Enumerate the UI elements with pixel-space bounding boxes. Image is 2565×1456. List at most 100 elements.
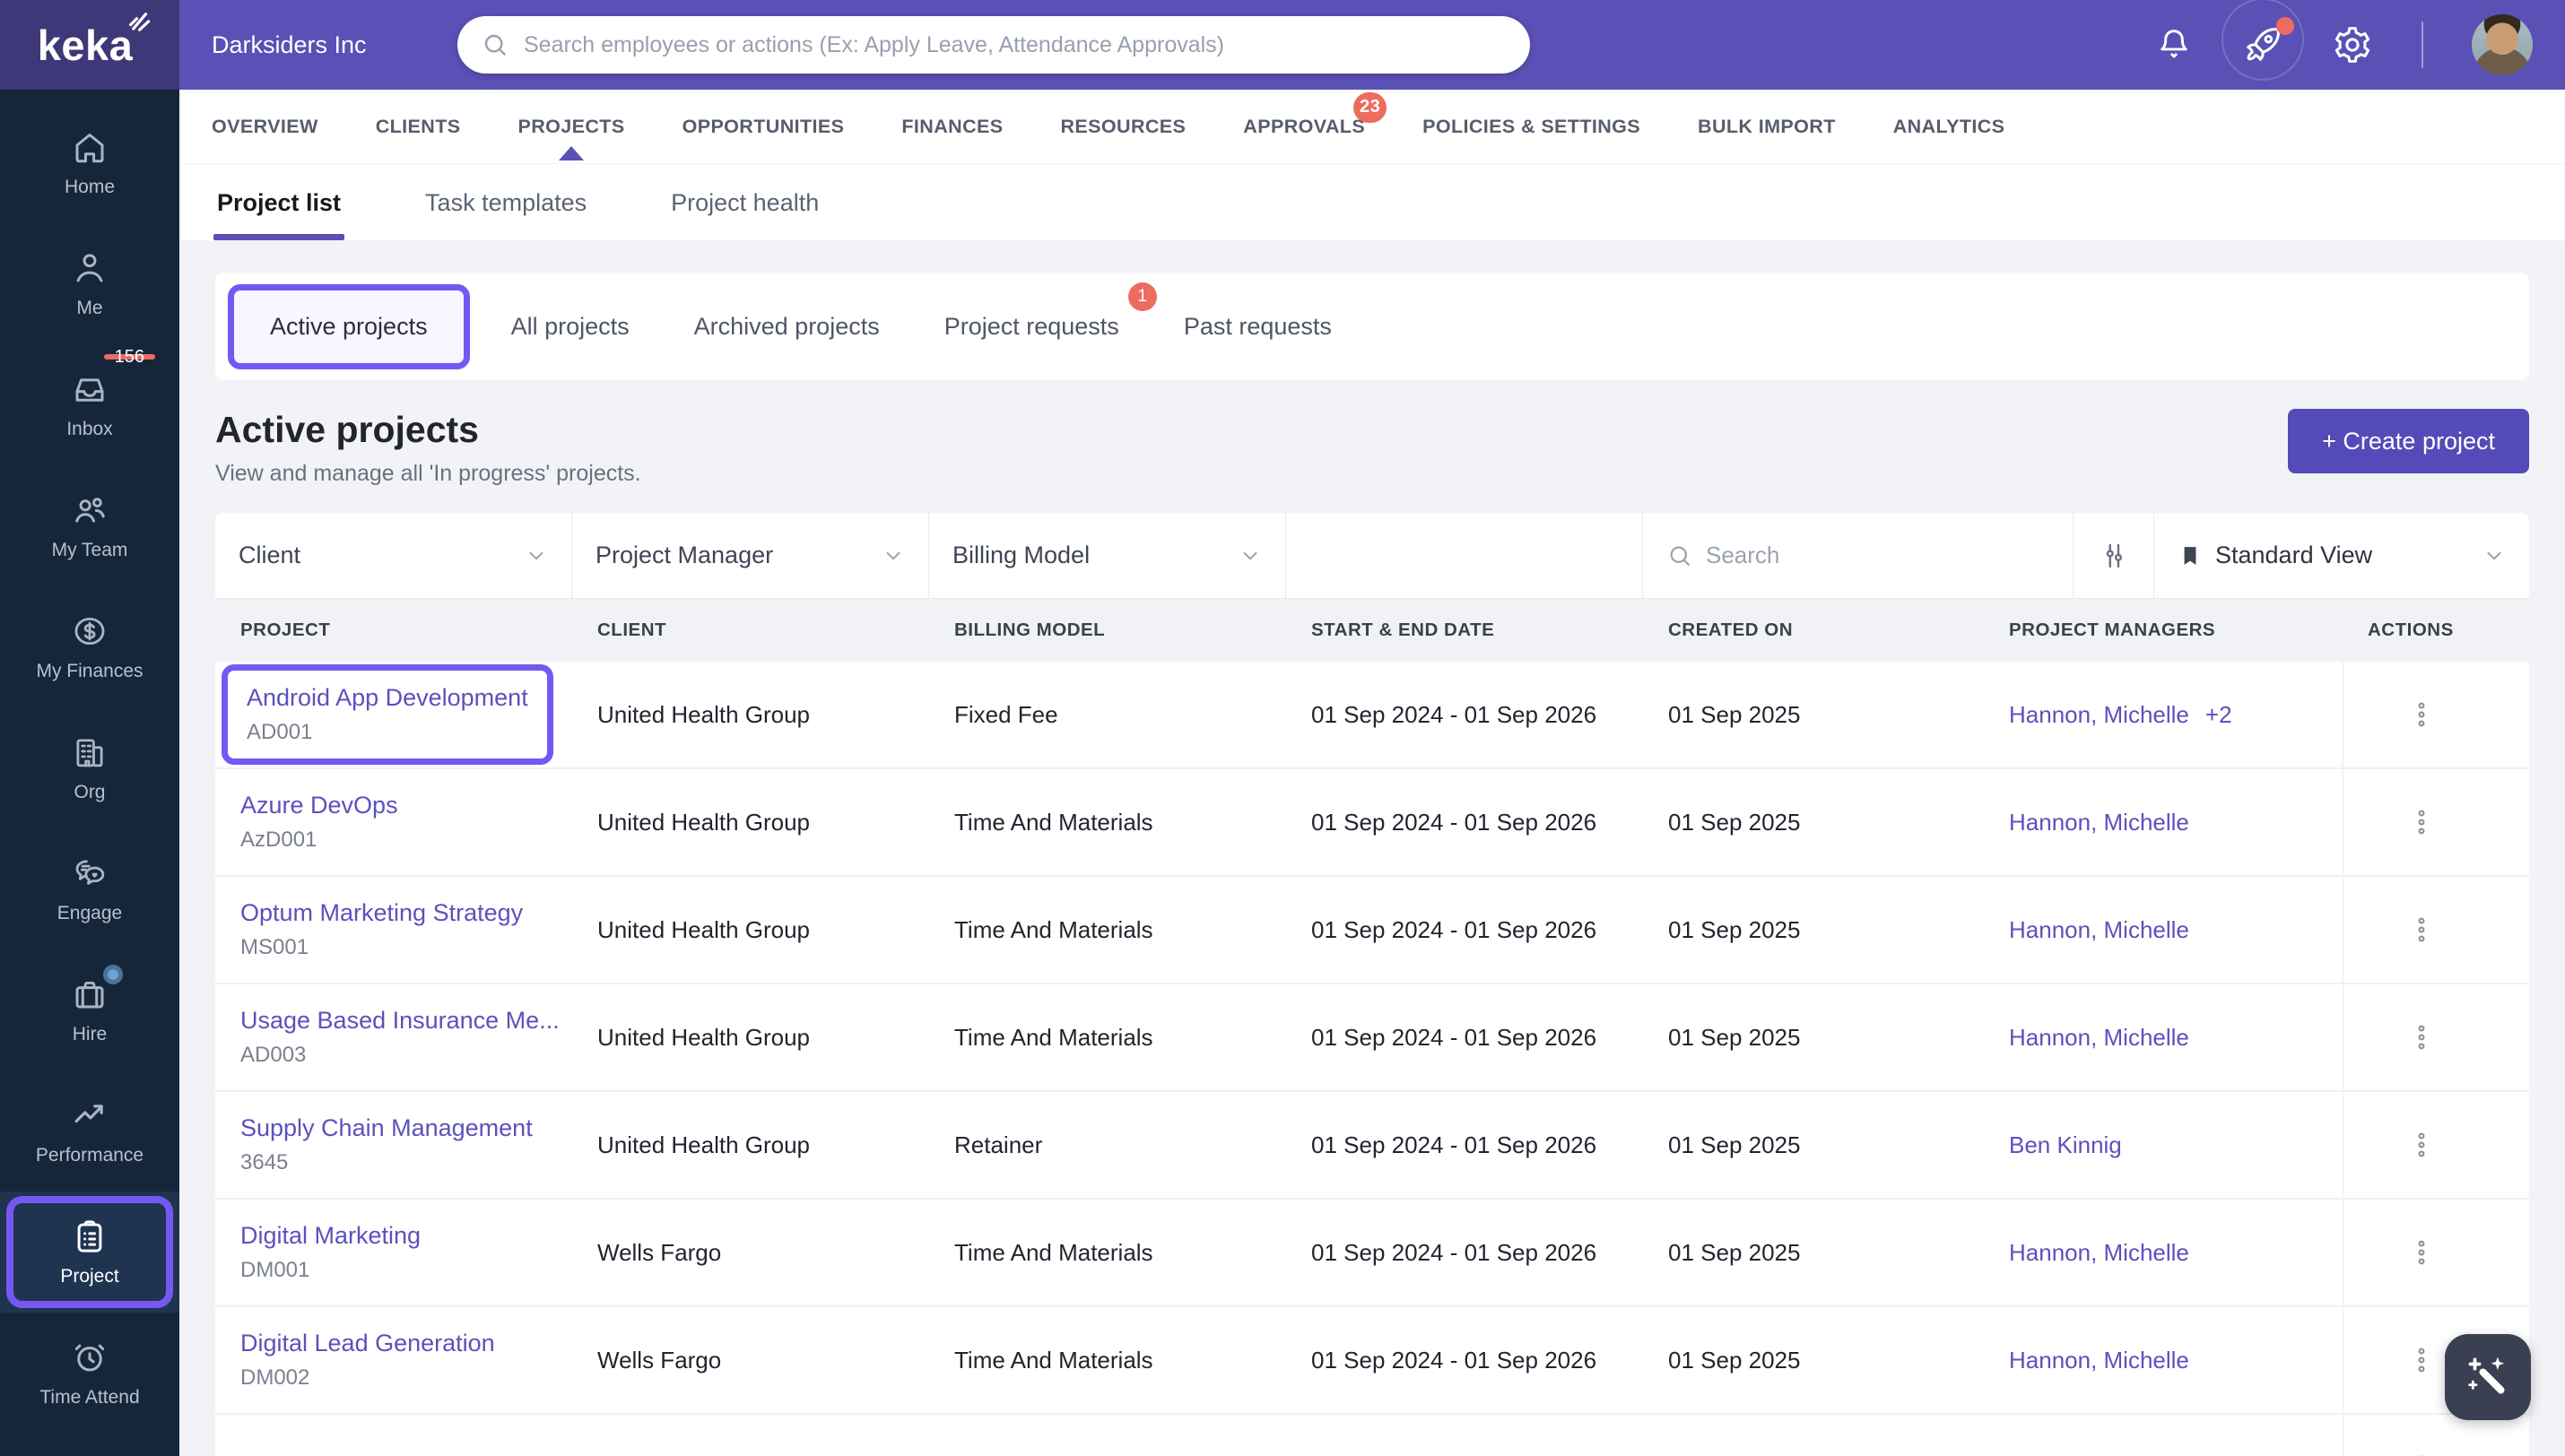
filter-tab-active-projects[interactable]: Active projects (228, 283, 470, 369)
project-link[interactable]: Digital Lead Generation (240, 1330, 495, 1357)
nav-tab-clients[interactable]: CLIENTS (376, 116, 461, 138)
client-cell: United Health Group (597, 808, 811, 836)
subtab-project-list[interactable]: Project list (213, 189, 345, 240)
person-icon (71, 249, 109, 287)
nav-tab-label: OVERVIEW (212, 115, 318, 137)
manager-link[interactable]: Hannon, Michelle (2009, 1239, 2189, 1267)
project-link[interactable]: Supply Chain Management (240, 1114, 533, 1142)
bell-icon[interactable] (2154, 25, 2194, 65)
keka-logo-block[interactable]: keka (0, 0, 179, 90)
table-search[interactable] (1643, 513, 2074, 598)
nav-tab-bulk-import[interactable]: BULK IMPORT (1698, 116, 1836, 138)
sidebar-item-engage[interactable]: Engage (0, 828, 179, 949)
user-avatar[interactable] (2472, 14, 2533, 75)
nav-tab-policies-settings[interactable]: POLICIES & SETTINGS (1422, 116, 1640, 138)
sidebar-icon-wrap (71, 733, 109, 771)
rocket-notification-dot (2276, 17, 2294, 35)
nav-tab-approvals[interactable]: APPROVALS 23 (1243, 91, 1387, 138)
project-link[interactable]: Digital Marketing (240, 1222, 421, 1250)
project-link[interactable]: Usage Based Insurance Me... (240, 1007, 560, 1035)
global-search[interactable] (457, 16, 1530, 74)
project-link[interactable]: Optum Marketing Strategy (240, 899, 523, 927)
search-icon (481, 30, 509, 59)
finances-icon (71, 612, 109, 650)
table-row: Supply Chain Management 3645 United Health… (215, 1092, 2529, 1200)
sidebar-item-my-finances[interactable]: My Finances (0, 586, 179, 707)
magic-wand-icon (2462, 1351, 2514, 1403)
table-row: Optum Marketing Strategy MS001 United Heal… (215, 877, 2529, 984)
manager-link[interactable]: Ben Kinnig (2009, 1131, 2122, 1159)
sidebar-item-project[interactable]: Project (0, 1192, 179, 1313)
nav-tab-resources[interactable]: RESOURCES (1060, 116, 1186, 138)
hire-icon (71, 975, 109, 1013)
manager-link[interactable]: Hannon, Michelle (2009, 916, 2189, 944)
global-search-input[interactable] (524, 31, 1507, 58)
nav-tab-finances[interactable]: FINANCES (901, 116, 1003, 138)
billing-model-cell: Time And Materials (954, 915, 1153, 943)
project-manager-filter-dropdown[interactable]: Project Manager (572, 513, 929, 598)
sidebar-item-label: My Finances (36, 660, 143, 681)
row-actions-menu[interactable] (2343, 984, 2529, 1090)
view-selector-dropdown[interactable]: Standard View (2154, 513, 2529, 598)
manager-link[interactable]: Hannon, Michelle (2009, 1024, 2189, 1052)
company-name: Darksiders Inc (212, 30, 367, 58)
subtab-project-health[interactable]: Project health (671, 189, 819, 240)
nav-tab-projects[interactable]: PROJECTS (517, 116, 624, 138)
manager-link[interactable]: Hannon, Michelle (2009, 809, 2189, 836)
row-actions-menu[interactable] (2343, 1415, 2529, 1456)
row-actions-menu[interactable] (2343, 662, 2529, 767)
sidebar-item-inbox[interactable]: 156 Inbox (0, 344, 179, 465)
sidebar-item-time-attend[interactable]: Time Attend (0, 1313, 179, 1434)
manager-link[interactable]: Hannon, Michelle (2009, 701, 2189, 729)
sidebar-item-home[interactable]: Home (0, 102, 179, 223)
nav-tab-overview[interactable]: OVERVIEW (212, 116, 318, 138)
billing-model-cell: Retainer (954, 1131, 1043, 1158)
manager-link[interactable]: Hannon, Michelle (2009, 1347, 2189, 1374)
client-filter-dropdown[interactable]: Client (215, 513, 572, 598)
sidebar-item-org[interactable]: Org (0, 707, 179, 828)
column-settings-button[interactable] (2074, 513, 2154, 598)
client-cell: Wells Fargo (597, 1238, 722, 1266)
sidebar-item-hire[interactable]: Hire (0, 949, 179, 1070)
project-name-block: Usage Based Insurance Me... AD003 (240, 1007, 560, 1068)
project-link[interactable]: Azure DevOps (240, 792, 398, 819)
rocket-icon[interactable] (2242, 17, 2294, 65)
project-managers-cell: Hannon, Michelle (1984, 769, 2343, 875)
kebab-icon (2406, 1018, 2437, 1057)
kebab-icon (2406, 695, 2437, 734)
row-actions-menu[interactable] (2343, 1200, 2529, 1305)
view-selector-label: Standard View (2215, 542, 2373, 568)
org-icon (71, 733, 109, 771)
gear-icon[interactable] (2332, 24, 2373, 65)
subtab-task-templates[interactable]: Task templates (425, 189, 587, 240)
filter-tab-project-requests[interactable]: Project requests 1 (912, 282, 1157, 341)
billing-model-cell: Time And Materials (954, 1346, 1153, 1374)
managers-extra-count[interactable]: +2 (2205, 701, 2232, 729)
project-managers-cell: Ben Kinnig (1984, 1092, 2343, 1198)
filter-tab-all-projects[interactable]: All projects (479, 313, 662, 341)
nav-tab-opportunities[interactable]: OPPORTUNITIES (683, 116, 845, 138)
billing-model-filter-dropdown[interactable]: Billing Model (929, 513, 1286, 598)
project-link[interactable]: Android App Development (247, 684, 528, 712)
filter-tab-archived-projects[interactable]: Archived projects (662, 313, 912, 341)
billing-model-cell: Fixed Fee (954, 700, 1058, 728)
row-actions-menu[interactable] (2343, 877, 2529, 983)
billing-model-cell: Time And Materials (954, 1023, 1153, 1051)
kebab-icon (2406, 802, 2437, 842)
project-code: AD001 (247, 720, 313, 744)
magic-assistant-fab[interactable] (2445, 1334, 2531, 1420)
nav-tab-analytics[interactable]: ANALYTICS (1893, 116, 2005, 138)
chevron-down-icon (1239, 544, 1262, 568)
sidebar-item-label: My Team (51, 539, 128, 560)
sidebar-item-label: Hire (72, 1023, 108, 1044)
filter-tab-past-requests[interactable]: Past requests (1152, 313, 1364, 341)
create-project-button[interactable]: + Create project (2288, 409, 2529, 473)
sidebar-item-my-team[interactable]: My Team (0, 465, 179, 586)
client-cell: United Health Group (597, 700, 811, 728)
sidebar-item-performance[interactable]: Performance (0, 1070, 179, 1192)
sidebar-item-me[interactable]: Me (0, 223, 179, 344)
table-search-input[interactable] (1706, 542, 2049, 569)
sidebar-item-label: Project (60, 1265, 119, 1287)
row-actions-menu[interactable] (2343, 1092, 2529, 1198)
row-actions-menu[interactable] (2343, 769, 2529, 875)
